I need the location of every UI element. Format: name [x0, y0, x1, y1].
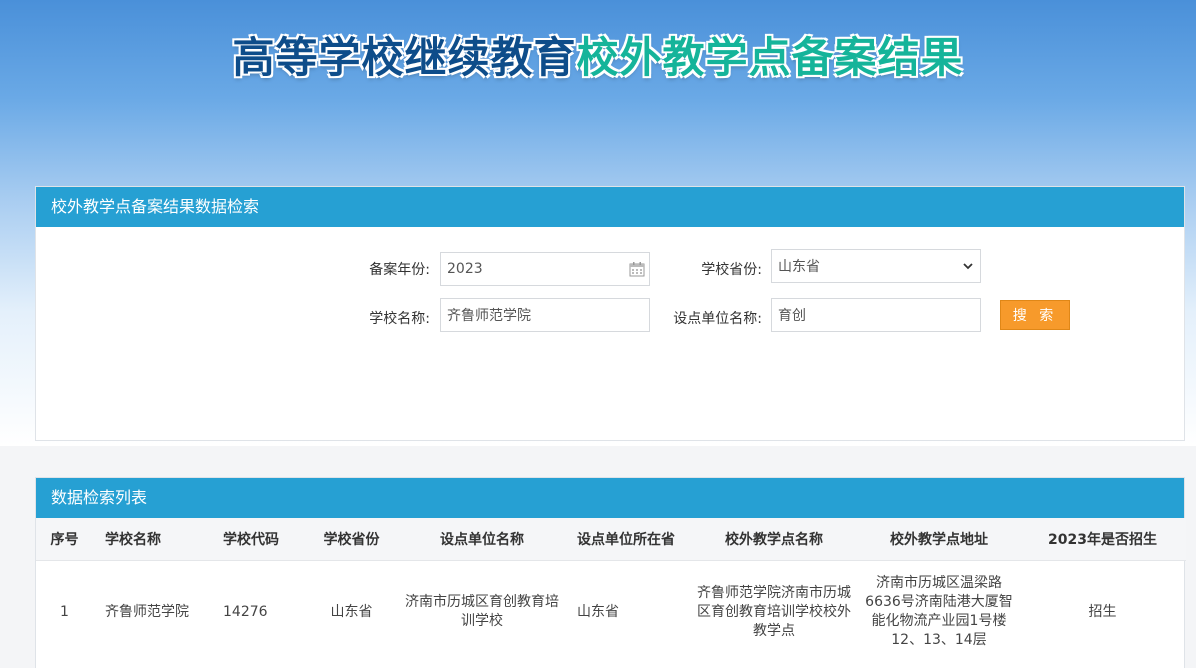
page-title: 高等学校继续教育校外教学点备案结果 — [0, 24, 1196, 85]
result-table: 序号 学校名称 学校代码 学校省份 设点单位名称 设点单位所在省 校外教学点名称… — [36, 518, 1186, 664]
unit-field[interactable] — [771, 298, 981, 332]
unit-input[interactable] — [778, 307, 974, 323]
cell-site-address: 济南市历城区温梁路6636号济南陆港大厦智能化物流产业园1号楼12、13、14层 — [865, 575, 1013, 649]
school-field[interactable] — [440, 298, 650, 332]
col-header: 设点单位所在省 — [565, 518, 689, 561]
page-title-part1: 高等学校继续教育 — [232, 33, 577, 82]
result-list-header: 数据检索列表 — [36, 478, 1184, 518]
cell-unit-province: 山东省 — [577, 603, 619, 620]
col-header: 校外教学点名称 — [689, 518, 859, 561]
col-header: 2023年是否招生 — [1019, 518, 1186, 561]
col-header: 学校名称 — [93, 518, 211, 561]
cell-unit-name: 济南市历城区育创教育培训学校 — [405, 594, 559, 630]
search-panel-header: 校外教学点备案结果数据检索 — [36, 187, 1184, 227]
search-panel: 校外教学点备案结果数据检索 备案年份: 学校省份: 山东省 学校名称: 设点单位… — [35, 186, 1185, 441]
cell-enrollment: 招生 — [1088, 603, 1117, 620]
search-button[interactable]: 搜 索 — [1000, 300, 1070, 330]
col-header: 学校省份 — [304, 518, 399, 561]
table-row: 1 齐鲁师范学院 14276 山东省 济南市历城区育创教育培训学校 山东省 齐鲁… — [36, 560, 1186, 664]
calendar-icon[interactable] — [629, 261, 645, 277]
province-label: 学校省份: — [701, 262, 762, 278]
page-title-part2: 校外教学点备案结果 — [576, 33, 964, 82]
cell-site-name: 齐鲁师范学院济南市历城区育创教育培训学校校外教学点 — [697, 584, 851, 639]
year-field[interactable] — [440, 252, 650, 286]
table-header-row: 序号 学校名称 学校代码 学校省份 设点单位名称 设点单位所在省 校外教学点名称… — [36, 518, 1186, 561]
col-header: 设点单位名称 — [399, 518, 565, 561]
col-header: 校外教学点地址 — [859, 518, 1019, 561]
cell-school-province: 山东省 — [330, 603, 373, 620]
chevron-down-icon[interactable] — [962, 260, 974, 272]
school-label: 学校名称: — [369, 311, 430, 327]
province-selected-value: 山东省 — [778, 259, 820, 275]
cell-index: 1 — [60, 603, 69, 620]
unit-label: 设点单位名称: — [673, 311, 762, 327]
year-input[interactable] — [447, 261, 643, 277]
province-select[interactable]: 山东省 — [771, 249, 981, 283]
cell-school-name: 齐鲁师范学院 — [105, 603, 189, 620]
school-input[interactable] — [447, 307, 643, 323]
col-header: 序号 — [36, 518, 93, 561]
year-label: 备案年份: — [369, 262, 430, 278]
cell-school-code: 14276 — [223, 603, 268, 620]
result-list-panel: 数据检索列表 序号 学校名称 学校代码 学校省份 设点单位名称 设点单位所在省 … — [35, 477, 1186, 668]
col-header: 学校代码 — [211, 518, 304, 561]
